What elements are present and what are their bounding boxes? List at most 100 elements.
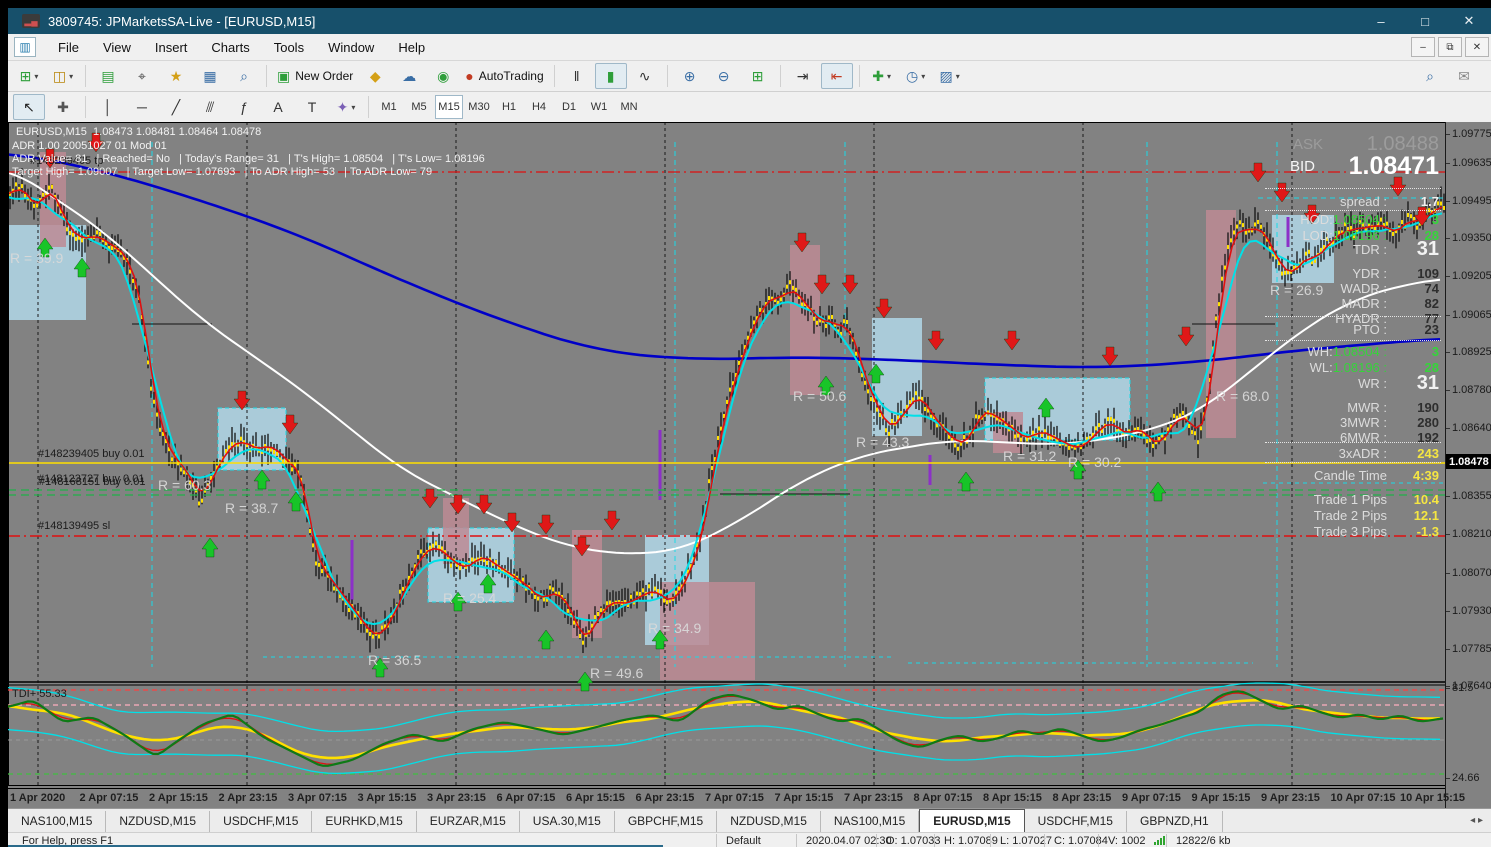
menu-item-file[interactable]: File [46, 37, 91, 58]
menu-item-charts[interactable]: Charts [199, 37, 261, 58]
ma-dot [198, 501, 200, 505]
menu-item-insert[interactable]: Insert [143, 37, 200, 58]
maximize-button[interactable]: □ [1403, 8, 1447, 34]
signals-button[interactable]: ◉ [427, 63, 459, 89]
price-tick-mark [1446, 686, 1450, 687]
community-button[interactable]: ☁ [393, 63, 425, 89]
chart-tab-usa-30-m15[interactable]: USA.30,M15 [520, 811, 615, 832]
time-tick-label: 7 Apr 07:15 [705, 792, 764, 804]
chart-window-icon: ▥ [14, 37, 36, 57]
timeframe-mn[interactable]: MN [615, 95, 643, 119]
templates-button[interactable]: ▨▾ [934, 63, 966, 89]
chart-tab-nzdusd-m15[interactable]: NZDUSD,M15 [717, 811, 821, 832]
new-order-button[interactable]: ▣New Order [273, 63, 357, 89]
tile-windows-icon: ⊞ [752, 68, 764, 85]
time-axis[interactable]: 1 Apr 20202 Apr 07:152 Apr 15:152 Apr 23… [8, 788, 1445, 809]
search-button[interactable]: ⌕ [1414, 63, 1446, 89]
timeframe-w1[interactable]: W1 [585, 95, 613, 119]
strategy-tester-button[interactable]: ⌕ [228, 63, 260, 89]
navigator-button[interactable]: ★ [160, 63, 192, 89]
ma-dot [792, 286, 794, 290]
time-tick-label: 9 Apr 07:15 [1122, 792, 1181, 804]
arrows-button[interactable]: ✦▾ [330, 94, 362, 120]
zoom-out-button[interactable]: ⊖ [708, 63, 740, 89]
child-minimize-button[interactable]: – [1411, 37, 1435, 57]
text-label-button[interactable]: T [296, 94, 328, 120]
ma-dot [318, 563, 320, 567]
chart-shift-button[interactable]: ⇤ [821, 63, 853, 89]
periods-button[interactable]: ◷▾ [900, 63, 932, 89]
child-restore-button[interactable]: ⧉ [1438, 37, 1462, 57]
menu-item-window[interactable]: Window [316, 37, 386, 58]
ma-dot [708, 479, 710, 483]
timeframe-d1[interactable]: D1 [555, 95, 583, 119]
cursor-button[interactable]: ↖ [13, 94, 45, 120]
child-close-button[interactable]: ✕ [1465, 37, 1489, 57]
timeframe-h1[interactable]: H1 [495, 95, 523, 119]
status-separator [876, 834, 877, 847]
price-chart-canvas[interactable] [8, 122, 1445, 786]
candlestick-chart-button[interactable]: ▮ [595, 63, 627, 89]
toolbar-separator [780, 65, 781, 87]
data-window-button[interactable]: ⌖ [126, 63, 158, 89]
autotrading-button[interactable]: ●AutoTrading [461, 63, 547, 89]
chart-tab-usdchf-m15[interactable]: USDCHF,M15 [210, 811, 312, 832]
crosshair-button[interactable]: ✚ [47, 94, 79, 120]
chart-tab-eurusd-m15[interactable]: EURUSD,M15 [919, 809, 1024, 832]
ma-dot [81, 238, 83, 242]
chart-tab-eurhkd-m15[interactable]: EURHKD,M15 [312, 811, 416, 832]
ma-dot [885, 428, 887, 432]
new-chart-button[interactable]: ⊞▾ [13, 63, 45, 89]
stat-value: 82 [1425, 296, 1439, 311]
tab-scroll-arrows[interactable]: ◂ ▸ [1470, 815, 1483, 826]
timeframe-h4[interactable]: H4 [525, 95, 553, 119]
ma-dot [642, 588, 644, 592]
chart-tab-usdchf-m15[interactable]: USDCHF,M15 [1025, 811, 1127, 832]
chart-tab-nzdusd-m15[interactable]: NZDUSD,M15 [106, 811, 210, 832]
price-tick-mark [1446, 352, 1450, 353]
stat-value: 23 [1425, 322, 1439, 337]
indicators-button[interactable]: ✚▾ [866, 63, 898, 89]
trendline-button[interactable]: ╱ [160, 94, 192, 120]
fibonacci-button[interactable]: ƒ [228, 94, 260, 120]
chart-tab-nas100-m15[interactable]: NAS100,M15 [8, 811, 106, 832]
chart-tab-eurzar-m15[interactable]: EURZAR,M15 [417, 811, 520, 832]
time-tick-label: 2 Apr 07:15 [80, 792, 139, 804]
sell-arrow-icon [234, 391, 250, 410]
auto-scroll-button[interactable]: ⇥ [787, 63, 819, 89]
chart-tab-gbpnzd-h1[interactable]: GBPNZD,H1 [1127, 811, 1223, 832]
stat-value: 74 [1425, 281, 1439, 296]
indicators-icon: ✚ [872, 68, 884, 85]
horizontal-line-button[interactable]: ─ [126, 94, 158, 120]
bar-chart-button[interactable]: ‖ [561, 63, 593, 89]
profiles-button[interactable]: ◫▾ [47, 63, 79, 89]
menu-item-tools[interactable]: Tools [262, 37, 316, 58]
stat-value: 1.7 [1421, 194, 1439, 209]
price-axis[interactable]: 1.08478 1.097751.096351.094951.093501.09… [1445, 122, 1491, 808]
minimize-button[interactable]: – [1359, 8, 1403, 34]
timeframe-m30[interactable]: M30 [465, 95, 493, 119]
menu-item-view[interactable]: View [91, 37, 143, 58]
auto-scroll-icon: ⇥ [797, 68, 809, 85]
status-item: C: 1.07084 [1054, 835, 1108, 847]
timeframe-m1[interactable]: M1 [375, 95, 403, 119]
timeframe-m5[interactable]: M5 [405, 95, 433, 119]
market-watch-button[interactable]: ▤ [92, 63, 124, 89]
close-button[interactable]: ✕ [1447, 8, 1491, 34]
ma-dot [150, 387, 152, 391]
chart-area[interactable]: EURUSD,M15 1.08473 1.08481 1.08464 1.084… [8, 122, 1491, 808]
stat-row-3mwr-: 3MWR :280 [1233, 415, 1443, 431]
chart-tab-gbpchf-m15[interactable]: GBPCHF,M15 [615, 811, 717, 832]
line-chart-button[interactable]: ∿ [629, 63, 661, 89]
chart-tab-nas100-m15[interactable]: NAS100,M15 [821, 811, 919, 832]
chat-button[interactable]: ✉ [1448, 63, 1480, 89]
text-button[interactable]: A [262, 94, 294, 120]
vertical-line-button[interactable]: │ [92, 94, 124, 120]
menu-item-help[interactable]: Help [386, 37, 437, 58]
terminal-button[interactable]: ▦ [194, 63, 226, 89]
equidistant-channel-button[interactable]: ⫻ [194, 94, 226, 120]
tile-windows-button[interactable]: ⊞ [742, 63, 774, 89]
metaeditor-button[interactable]: ◆ [359, 63, 391, 89]
timeframe-m15[interactable]: M15 [435, 95, 463, 119]
zoom-in-button[interactable]: ⊕ [674, 63, 706, 89]
